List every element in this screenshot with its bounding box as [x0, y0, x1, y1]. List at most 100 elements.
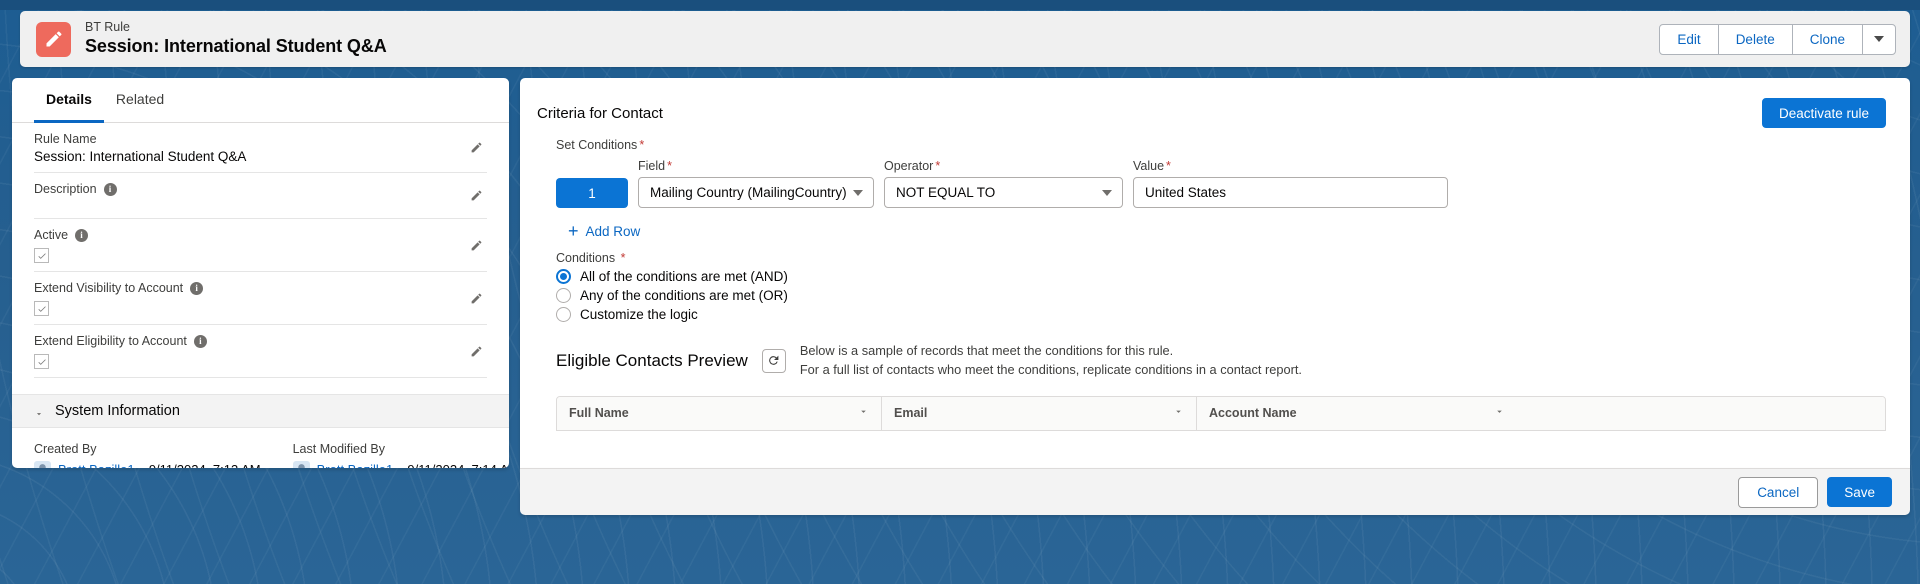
- add-row-label: Add Row: [585, 223, 641, 239]
- preview-title: Eligible Contacts Preview: [556, 350, 748, 370]
- field-label-text: Extend Visibility to Account: [34, 281, 184, 295]
- section-system-information[interactable]: System Information: [12, 394, 509, 428]
- header-titles: BT Rule Session: International Student Q…: [85, 20, 387, 57]
- criteria-title: Criteria for Contact: [537, 104, 663, 122]
- edit-rule-name-icon[interactable]: [465, 137, 487, 159]
- value-input-label-text: Value: [1133, 159, 1165, 173]
- delete-button[interactable]: Delete: [1717, 23, 1793, 55]
- chevron-down-icon: [34, 406, 44, 416]
- edit-extend-eligibility-icon[interactable]: [465, 340, 487, 362]
- radio-label: All of the conditions are met (AND): [580, 269, 788, 284]
- field-value: Session: International Student Q&A: [34, 149, 247, 164]
- required-asterisk: *: [1166, 159, 1171, 173]
- add-row-button[interactable]: + Add Row: [568, 222, 640, 240]
- column-header-account-name[interactable]: Account Name: [1197, 397, 1517, 430]
- radio-option-customize-logic[interactable]: Customize the logic: [556, 307, 1886, 322]
- field-select-group: Field * Mailing Country (MailingCountry): [638, 159, 874, 208]
- radio-icon: [556, 269, 571, 284]
- field-description: Description i: [34, 173, 487, 219]
- preview-header: Eligible Contacts Preview Below is a sam…: [556, 342, 1886, 380]
- created-by-user-link[interactable]: Brett Bazille1: [58, 462, 135, 468]
- info-icon[interactable]: i: [75, 228, 89, 242]
- last-modified-by-label: Last Modified By: [292, 442, 386, 456]
- radio-option-any-or[interactable]: Any of the conditions are met (OR): [556, 288, 1886, 303]
- record-action-button-group: Edit Delete Clone: [1659, 23, 1896, 55]
- created-by-value: Brett Bazille1 , 9/11/2024, 7:13 AM: [34, 461, 261, 468]
- last-modified-by-value: Brett Bazille1 , 9/11/2024, 7:14 AM: [292, 461, 509, 468]
- edit-description-icon[interactable]: [465, 185, 487, 207]
- field-active: Active i: [34, 219, 487, 272]
- edit-button[interactable]: Edit: [1659, 23, 1719, 55]
- operator-select[interactable]: NOT EQUAL TO: [884, 177, 1123, 208]
- criteria-panel: Criteria for Contact Deactivate rule Set…: [520, 78, 1910, 468]
- created-by-label: Created By: [34, 442, 97, 456]
- radio-option-all-and[interactable]: All of the conditions are met (AND): [556, 269, 1886, 284]
- conditions-label: Conditions *: [556, 251, 1886, 265]
- conditions-form: Set Conditions * 1 Field * Mailing Country…: [520, 128, 1910, 322]
- field-extend-visibility-to-account: Extend Visibility to Account i: [34, 272, 487, 325]
- record-header: BT Rule Session: International Student Q…: [20, 11, 1910, 67]
- created-by-timestamp: , 9/11/2024, 7:13 AM: [142, 462, 261, 468]
- created-by-block: Created By Brett Bazille1 , 9/11/2024, 7…: [34, 442, 261, 468]
- operator-select-label-text: Operator: [884, 159, 934, 173]
- field-label-text: Active: [34, 228, 69, 242]
- field-extend-eligibility-to-account: Extend Eligibility to Account i: [34, 325, 487, 378]
- edit-extend-visibility-icon[interactable]: [465, 287, 487, 309]
- clone-button[interactable]: Clone: [1791, 23, 1863, 55]
- field-label-text: Description: [34, 182, 97, 196]
- field-label: Active i: [34, 228, 487, 242]
- chevron-down-icon: [858, 406, 869, 420]
- radio-icon: [556, 307, 571, 322]
- avatar: [34, 461, 51, 468]
- preview-description-line1: Below is a sample of records that meet t…: [799, 343, 1174, 358]
- tab-related[interactable]: Related: [104, 78, 176, 123]
- info-icon[interactable]: i: [190, 281, 204, 295]
- preview-table: Full Name Email Account Name: [556, 395, 1886, 431]
- info-icon[interactable]: i: [193, 334, 207, 348]
- column-header-label: Email: [894, 406, 928, 421]
- save-button[interactable]: Save: [1827, 477, 1892, 507]
- window-top-strip: [0, 0, 1920, 10]
- required-asterisk: *: [639, 138, 645, 152]
- value-input-group: Value * United States: [1133, 159, 1448, 208]
- form-footer: Cancel Save: [520, 468, 1910, 515]
- extend-visibility-checkbox: [34, 301, 49, 316]
- condition-row: 1 Field * Mailing Country (MailingCountry…: [556, 159, 1886, 208]
- eligible-contacts-preview: Eligible Contacts Preview Below is a sam…: [520, 342, 1910, 431]
- operator-select-group: Operator * NOT EQUAL TO: [884, 159, 1123, 208]
- last-modified-by-block: Last Modified By Brett Bazille1 , 9/11/2…: [292, 442, 509, 468]
- page-title: Session: International Student Q&A: [85, 35, 387, 56]
- field-label: Rule Name: [34, 132, 487, 146]
- section-title: System Information: [55, 403, 180, 419]
- operator-select-value: NOT EQUAL TO: [896, 185, 996, 200]
- required-asterisk: *: [667, 159, 672, 173]
- value-input[interactable]: United States: [1133, 177, 1448, 208]
- column-header-label: Full Name: [569, 406, 629, 421]
- more-actions-button[interactable]: [1862, 23, 1896, 55]
- plus-icon: +: [568, 221, 579, 241]
- column-header-email[interactable]: Email: [882, 396, 1197, 430]
- last-modified-by-user-link[interactable]: Brett Bazille1: [317, 462, 394, 468]
- chevron-down-icon: [1874, 36, 1884, 42]
- edit-active-icon[interactable]: [465, 234, 487, 256]
- column-header-full-name[interactable]: Full Name: [557, 396, 882, 430]
- radio-icon: [556, 288, 571, 303]
- conditions-label-text: Conditions: [556, 251, 616, 265]
- field-rule-name: Rule Name Session: International Student…: [34, 123, 487, 173]
- cancel-button[interactable]: Cancel: [1738, 476, 1819, 508]
- pencil-icon: [36, 21, 71, 57]
- chevron-down-icon: [853, 189, 863, 196]
- deactivate-rule-button[interactable]: Deactivate rule: [1761, 98, 1886, 128]
- condition-row-number[interactable]: 1: [556, 178, 628, 208]
- chevron-down-icon: [1173, 406, 1184, 420]
- field-label-text: Rule Name: [34, 132, 97, 146]
- criteria-header: Criteria for Contact Deactivate rule: [520, 78, 1910, 128]
- refresh-icon[interactable]: [761, 348, 786, 373]
- field-label-text: Extend Eligibility to Account: [34, 334, 187, 348]
- field-select[interactable]: Mailing Country (MailingCountry): [638, 177, 874, 208]
- avatar: [292, 461, 310, 468]
- extend-eligibility-checkbox: [34, 354, 49, 369]
- tab-details[interactable]: Details: [34, 78, 104, 123]
- info-icon[interactable]: i: [103, 182, 117, 196]
- header-actions: Edit Delete Clone: [1659, 23, 1896, 55]
